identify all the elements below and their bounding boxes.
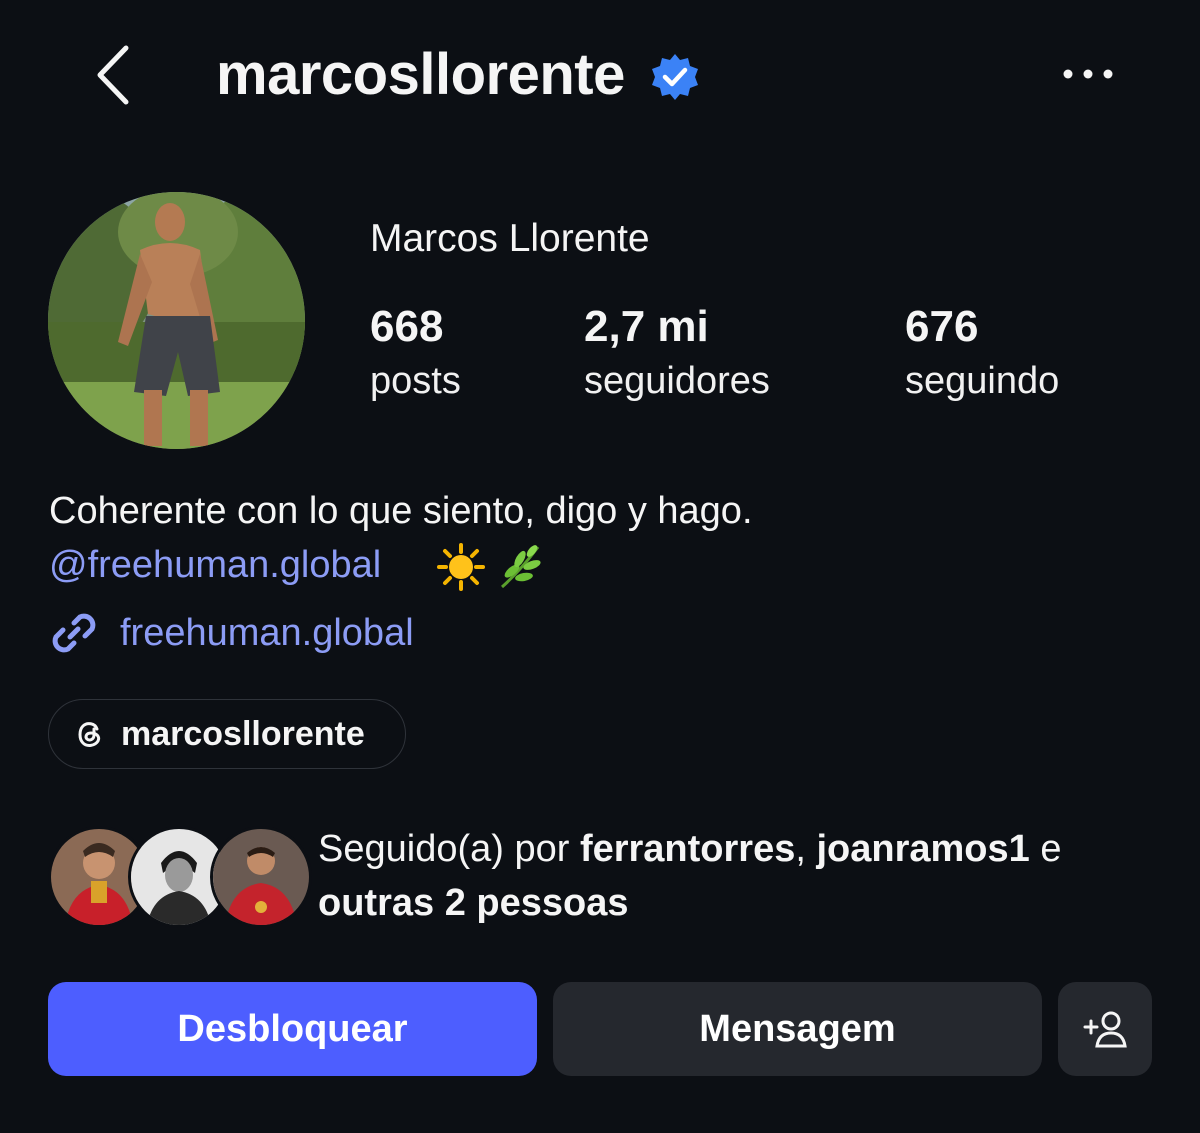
separator: , [795, 828, 817, 870]
unblock-button[interactable]: Desbloquear [48, 982, 537, 1076]
stat-value: 668 [370, 302, 444, 351]
bio-link-text[interactable]: freehuman.global [120, 606, 414, 660]
bio-emojis [436, 540, 546, 594]
followers-count[interactable]: 2,7 mi seguidores [584, 300, 770, 408]
stat-value: 2,7 mi [584, 302, 709, 351]
profile-username: marcosllorente [216, 42, 625, 107]
bio-link[interactable]: freehuman.global [48, 606, 414, 660]
bio-text: Coherente con lo que siento, digo y hago… [49, 490, 753, 532]
mutual-avatar [210, 826, 312, 928]
link-icon [52, 613, 96, 653]
bio-mention-link[interactable]: @freehuman.global [49, 538, 381, 592]
followed-by-prefix: Seguido(a) por [318, 828, 580, 870]
stat-label: posts [370, 360, 461, 402]
more-horizontal-icon [1063, 69, 1113, 79]
mutual-user-link[interactable]: ferrantorres [580, 828, 795, 870]
following-count[interactable]: 676 seguindo [905, 300, 1059, 408]
herb-emoji [501, 545, 541, 589]
message-button[interactable]: Mensagem [553, 982, 1042, 1076]
sun-emoji [437, 543, 485, 591]
stat-value: 676 [905, 302, 979, 351]
posts-count[interactable]: 668 posts [370, 300, 461, 408]
stat-label: seguidores [584, 360, 770, 402]
threads-profile-chip[interactable]: marcosllorente [48, 699, 406, 769]
verified-badge-icon [650, 52, 700, 102]
conjunction: e [1029, 828, 1062, 870]
back-button[interactable] [88, 40, 138, 110]
threads-handle: marcosllorente [121, 714, 365, 753]
chevron-left-icon [97, 45, 129, 105]
stat-label: seguindo [905, 360, 1060, 402]
mutual-others-link[interactable]: outras 2 pessoas [318, 882, 628, 924]
display-name: Marcos Llorente [370, 217, 650, 260]
profile-avatar[interactable] [48, 192, 305, 449]
followed-by-text[interactable]: Seguido(a) por ferrantorres, joanramos1 … [318, 822, 1178, 930]
more-options-button[interactable] [1060, 60, 1116, 88]
add-person-button[interactable] [1058, 982, 1152, 1076]
threads-icon [78, 722, 101, 747]
mutual-followers-avatars[interactable] [48, 826, 312, 928]
add-person-icon [1083, 1011, 1127, 1048]
mutual-user-link[interactable]: joanramos1 [816, 828, 1029, 870]
